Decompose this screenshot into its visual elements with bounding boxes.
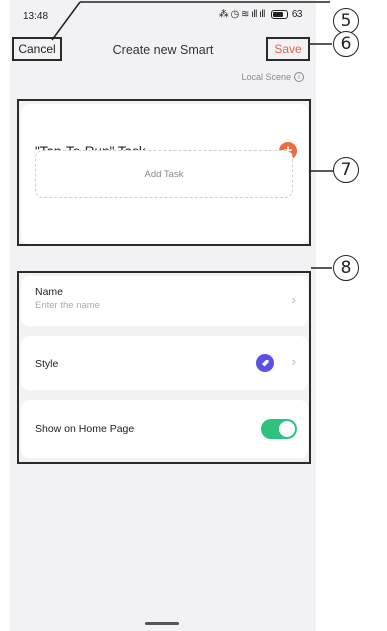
add-task-button[interactable]: Add Task [35,150,293,198]
info-icon[interactable]: i [294,72,304,82]
status-time: 13:48 [23,11,49,22]
callout-7: 7 [333,157,359,183]
callout-6: 6 [333,31,359,57]
nav-bar: Cancel Create new Smart Save [10,34,316,64]
style-tag-icon [256,354,274,372]
chevron-right-icon: › [291,292,296,307]
callout-8: 8 [333,255,359,281]
name-row[interactable]: Name Enter the name › [21,276,308,326]
style-row[interactable]: Style › [21,336,308,390]
name-label: Name [35,286,64,298]
name-input[interactable]: Enter the name [35,300,100,311]
home-indicator [145,622,179,625]
signal-icons: ⁂ ◷ ≋ ıll ıll [218,9,266,20]
show-home-row: Show on Home Page [21,400,308,458]
style-label: Style [35,358,59,370]
phone-screen: 13:48 ⁂ ◷ ≋ ıll ıll 63 Cancel Create new… [10,0,316,631]
battery-icon [270,10,288,19]
local-scene-label: Local Scene [241,72,291,82]
show-home-toggle[interactable] [261,419,297,439]
local-scene-indicator[interactable]: Local Scene i [241,72,304,82]
status-bar: 13:48 ⁂ ◷ ≋ ıll ıll 63 [10,0,316,34]
show-home-label: Show on Home Page [35,423,135,435]
status-icons: ⁂ ◷ ≋ ıll ıll 63 [218,9,303,20]
chevron-right-icon: › [291,354,296,369]
battery-level: 63 [291,9,303,20]
save-button[interactable]: Save [266,37,310,61]
